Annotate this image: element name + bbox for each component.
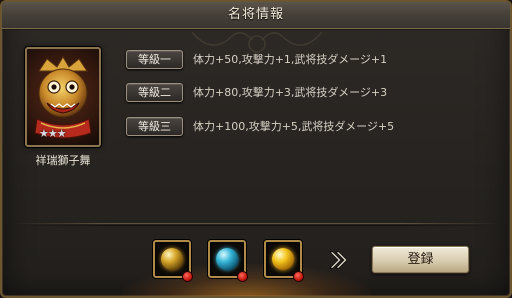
material-slot-3-alert-badge [294,272,303,281]
section-divider-shadow [12,225,500,226]
level-1-button[interactable]: 等級一 [126,50,183,69]
yellow-orb-icon [272,248,294,270]
hero-portrait[interactable]: ★★★ [25,47,101,147]
dialog-title: 名将情報 [227,7,284,22]
material-slot-2[interactable] [208,240,247,281]
material-slot-1[interactable] [153,240,192,281]
level-2-bonus: 体力+80,攻撃力+3,武将技ダメージ+3 [193,86,388,99]
gold-orb-icon [161,248,183,270]
material-slot-3[interactable] [264,240,303,281]
hero-name: 祥瑞獅子舞 [35,154,91,167]
material-slot-1-alert-badge [183,272,192,281]
level-2-button[interactable]: 等級二 [126,83,183,102]
register-button[interactable]: 登録 [372,246,469,273]
level-1-bonus: 体力+50,攻撃力+1,武将技ダメージ+1 [193,53,388,66]
blue-orb-icon [216,248,238,270]
material-slot-2-alert-badge [238,272,247,281]
dialog-title-bar: 名将情報 [2,2,510,29]
hero-info-dialog: 名将情報 ★★★ 祥瑞獅子舞 等級一 体力+50,攻撃力+1,武将技ダメージ+1… [0,0,512,298]
level-3-button[interactable]: 等級三 [126,117,183,136]
double-chevron-right-icon [329,251,348,269]
section-divider [12,223,500,224]
level-3-bonus: 体力+100,攻撃力+5,武将技ダメージ+5 [193,120,395,133]
hero-star-rating: ★★★ [39,127,67,140]
